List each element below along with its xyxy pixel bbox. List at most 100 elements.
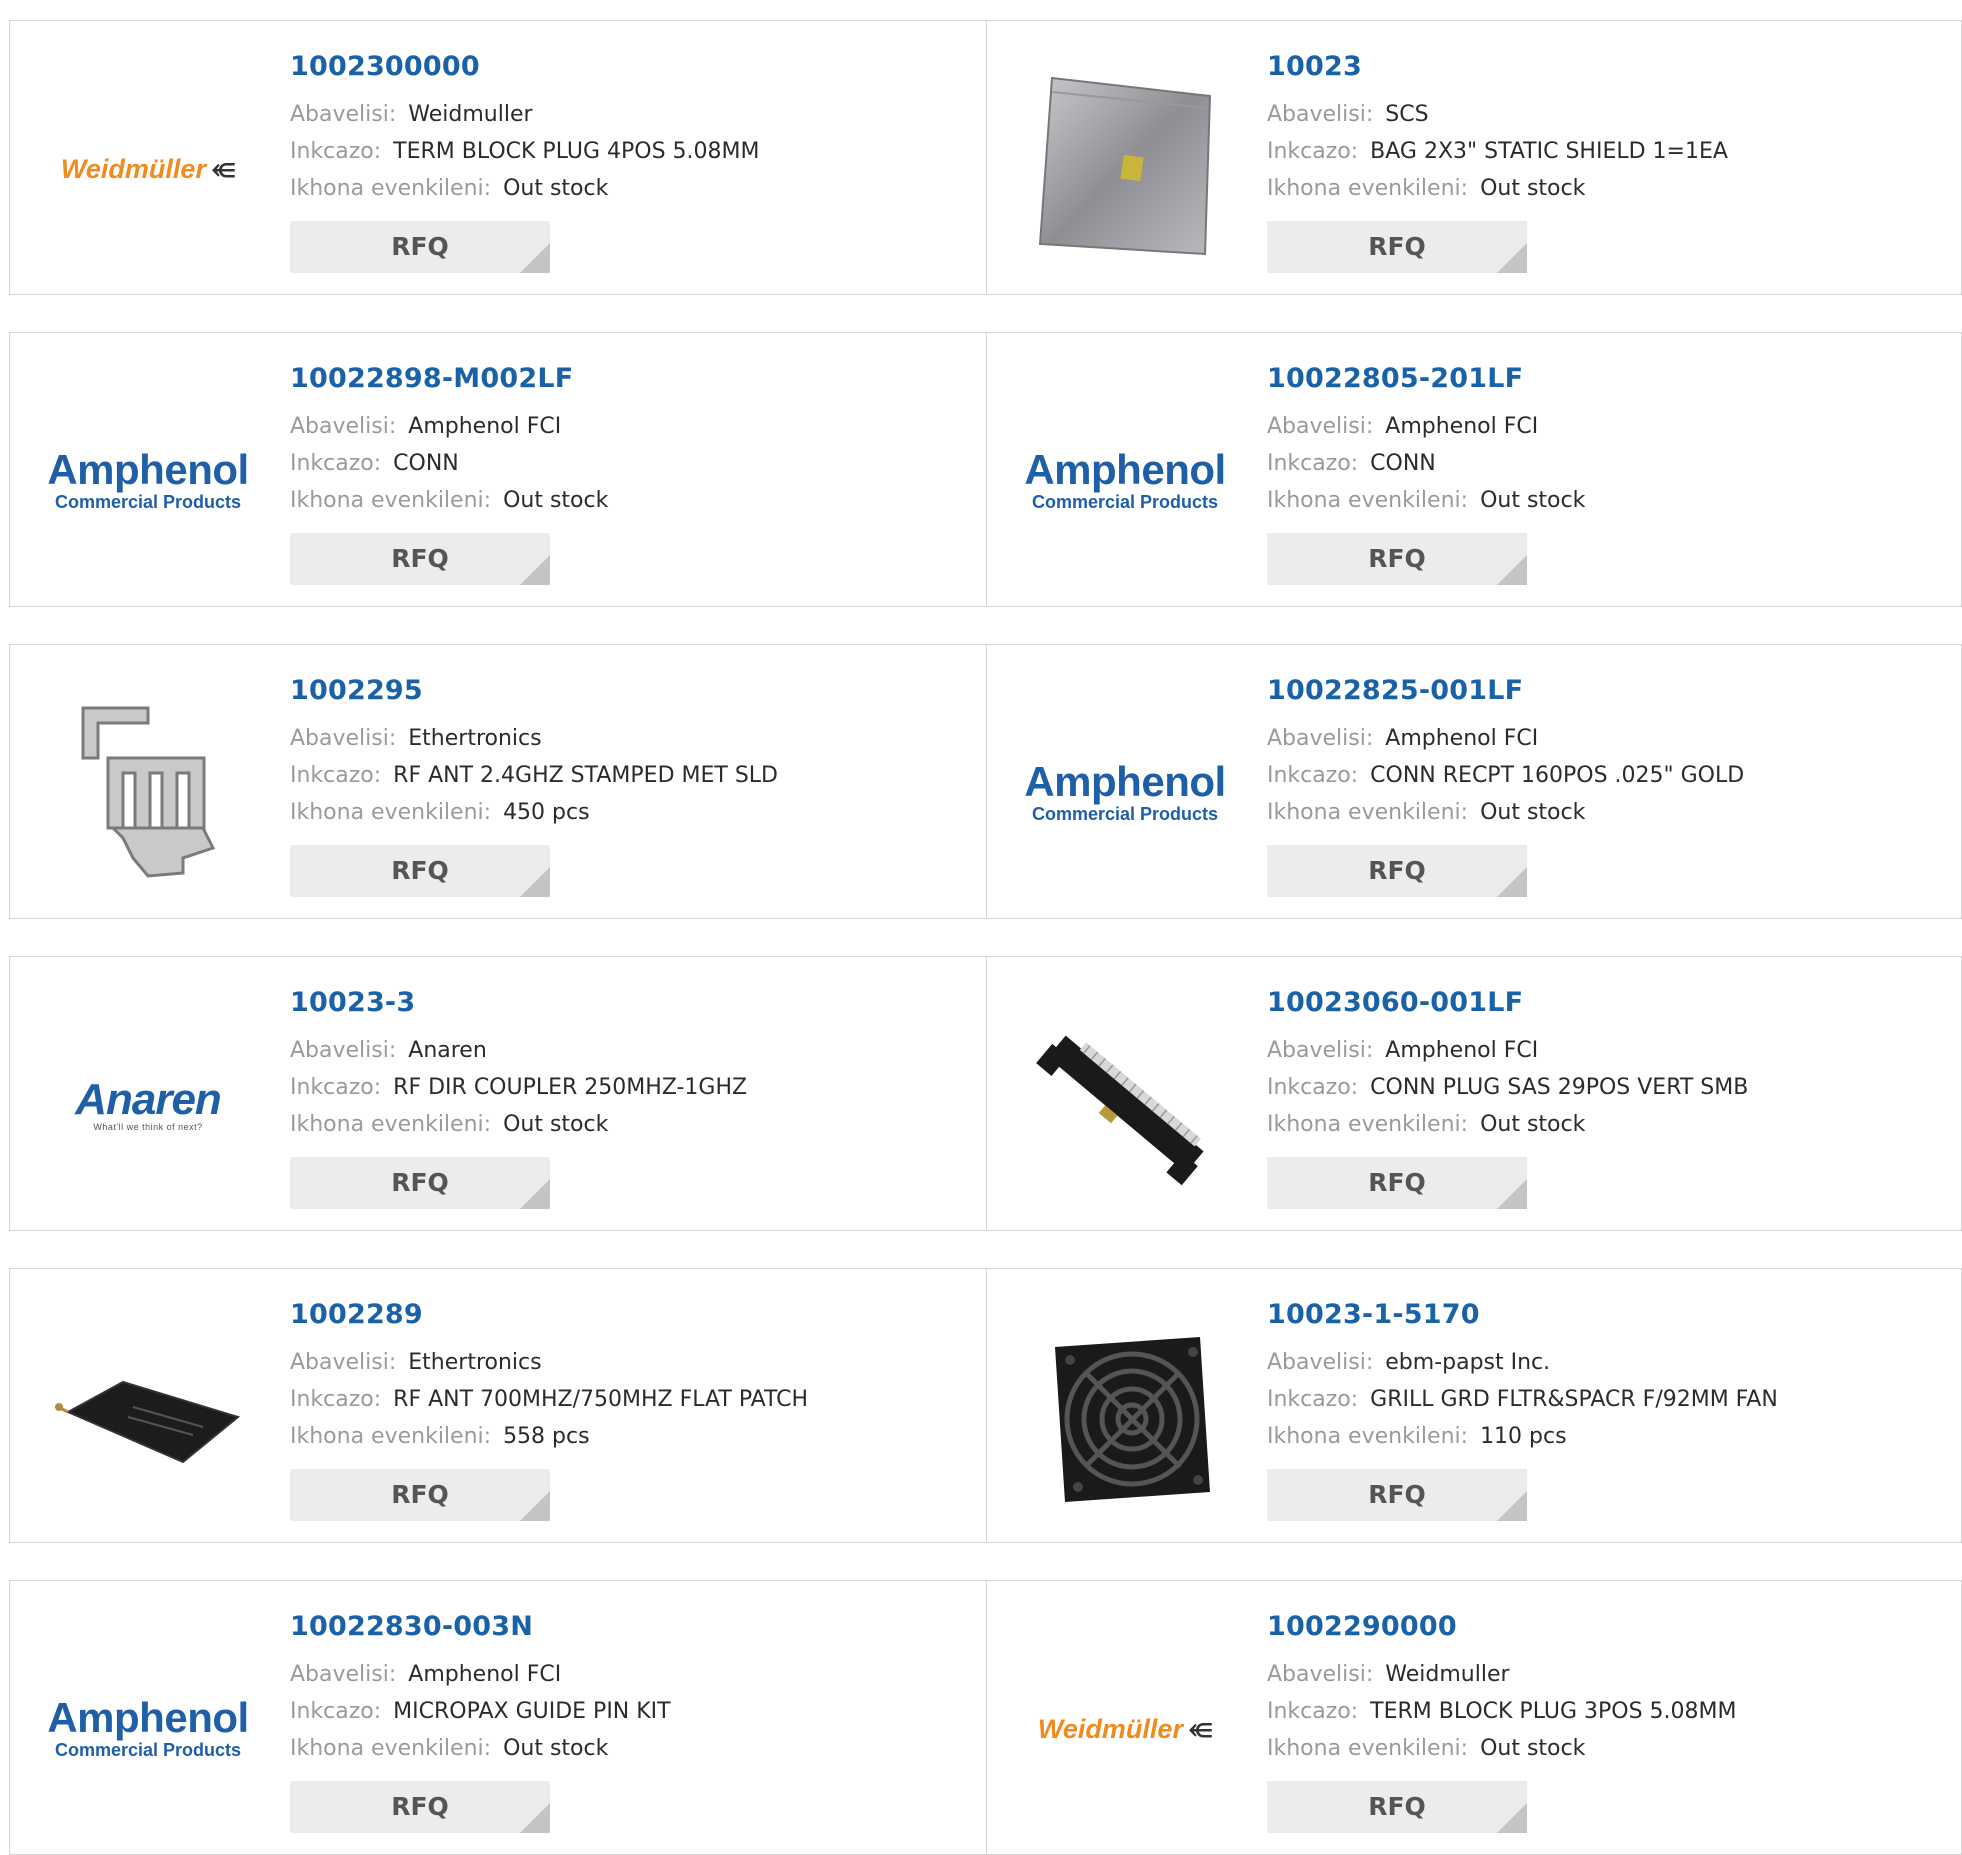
manufacturer-value: Ethertronics <box>408 1350 542 1375</box>
amphenol-logo[interactable]: Amphenol Commercial Products <box>1024 381 1226 581</box>
description-label: Inkcazo: <box>1267 1387 1359 1412</box>
weidmuller-logo-text: Weidmüller <box>1037 1713 1183 1744</box>
stock-value: 558 pcs <box>503 1424 590 1449</box>
description-label: Inkcazo: <box>290 1387 382 1412</box>
rfq-button-label: RFQ <box>1368 544 1426 573</box>
amphenol-logo-main: Amphenol <box>47 1694 249 1741</box>
rfq-button-label: RFQ <box>1368 1792 1426 1821</box>
rfq-button-label: RFQ <box>1368 1480 1426 1509</box>
rfq-button-label: RFQ <box>391 232 449 261</box>
rfq-button[interactable]: RFQ <box>290 1781 550 1833</box>
rfq-button[interactable]: RFQ <box>290 533 550 585</box>
stock-label: Ikhona evenkileni: <box>290 1424 492 1449</box>
part-number-link[interactable]: 1002289 <box>290 1299 808 1330</box>
corner-triangle-icon <box>520 243 550 273</box>
part-number-link[interactable]: 10022898-M002LF <box>290 363 608 394</box>
fan-grill-photo[interactable] <box>1025 1317 1225 1517</box>
corner-triangle-icon <box>520 555 550 585</box>
weidmuller-logo[interactable]: Weidmüller ⥺ <box>48 69 248 269</box>
rfq-button-label: RFQ <box>391 1168 449 1197</box>
description-label: Inkcazo: <box>290 1075 382 1100</box>
anaren-logo[interactable]: Anaren What'll we think of next? <box>48 1005 248 1205</box>
sas-connector-image <box>1036 1035 1204 1186</box>
rfq-button[interactable]: RFQ <box>290 1157 550 1209</box>
manufacturer-value: Weidmuller <box>408 102 533 127</box>
weidmuller-logo[interactable]: Weidmüller ⥺ <box>1025 1629 1225 1829</box>
corner-triangle-icon <box>520 867 550 897</box>
amphenol-logo-main: Amphenol <box>1024 758 1226 805</box>
manufacturer-value: Weidmuller <box>1385 1662 1510 1687</box>
product-card: Amphenol Commercial Products 10022898-M00… <box>9 332 987 607</box>
stock-label: Ikhona evenkileni: <box>1267 1112 1469 1137</box>
corner-triangle-icon <box>1497 1803 1527 1833</box>
sas-connector-photo[interactable] <box>1025 1005 1225 1205</box>
manufacturer-value: Anaren <box>408 1038 487 1063</box>
part-number-link[interactable]: 10022830-003N <box>290 1611 671 1642</box>
product-card: 10023-1-5170 Abavelisi: ebm-papst Inc. In… <box>987 1268 1962 1543</box>
part-number-link[interactable]: 10022825-001LF <box>1267 675 1744 706</box>
rfq-button[interactable]: RFQ <box>1267 533 1527 585</box>
rfq-button-label: RFQ <box>1368 232 1426 261</box>
manufacturer-label: Abavelisi: <box>290 102 397 127</box>
description-value: CONN <box>393 451 459 476</box>
manufacturer-label: Abavelisi: <box>290 1038 397 1063</box>
stock-value: Out stock <box>503 176 609 201</box>
product-card: Weidmüller ⥺ 1002290000 Abavelisi: Weidmul… <box>987 1580 1962 1855</box>
manufacturer-label: Abavelisi: <box>290 414 397 439</box>
amphenol-logo[interactable]: Amphenol Commercial Products <box>47 381 249 581</box>
product-card: Weidmüller ⥺ 1002300000 Abavelisi: Weidmul… <box>9 20 987 295</box>
amphenol-logo[interactable]: Amphenol Commercial Products <box>1024 693 1226 893</box>
rfq-button-label: RFQ <box>391 856 449 885</box>
amphenol-logo[interactable]: Amphenol Commercial Products <box>47 1629 249 1829</box>
corner-triangle-icon <box>520 1803 550 1833</box>
manufacturer-label: Abavelisi: <box>1267 1038 1374 1063</box>
rfq-button[interactable]: RFQ <box>1267 1781 1527 1833</box>
rfq-button[interactable]: RFQ <box>1267 1469 1527 1521</box>
stock-label: Ikhona evenkileni: <box>1267 488 1469 513</box>
stock-label: Ikhona evenkileni: <box>1267 800 1469 825</box>
rfq-button[interactable]: RFQ <box>290 845 550 897</box>
flat-patch-antenna-photo[interactable] <box>48 1317 248 1517</box>
stamped-antenna-image <box>81 706 216 878</box>
description-label: Inkcazo: <box>1267 451 1359 476</box>
amphenol-logo-main: Amphenol <box>47 446 249 493</box>
product-card: Amphenol Commercial Products 10022825-001… <box>987 644 1962 919</box>
rfq-button[interactable]: RFQ <box>290 221 550 273</box>
product-card: Anaren What'll we think of next? 10023-3 … <box>9 956 987 1231</box>
part-number-link[interactable]: 1002295 <box>290 675 778 706</box>
part-number-link[interactable]: 10023-3 <box>290 987 747 1018</box>
fan-grill-image <box>1055 1337 1210 1502</box>
rfq-button[interactable]: RFQ <box>290 1469 550 1521</box>
rfq-button-label: RFQ <box>391 544 449 573</box>
part-number-link[interactable]: 10023-1-5170 <box>1267 1299 1778 1330</box>
corner-triangle-icon <box>1497 867 1527 897</box>
product-card: 10023060-001LF Abavelisi: Amphenol FCI In… <box>987 956 1962 1231</box>
description-label: Inkcazo: <box>1267 139 1359 164</box>
rfq-button[interactable]: RFQ <box>1267 845 1527 897</box>
manufacturer-label: Abavelisi: <box>1267 726 1374 751</box>
part-number-link[interactable]: 10023 <box>1267 51 1728 82</box>
description-value: MICROPAX GUIDE PIN KIT <box>393 1699 671 1724</box>
description-value: CONN <box>1370 451 1436 476</box>
rfq-button-label: RFQ <box>1368 856 1426 885</box>
rfq-button[interactable]: RFQ <box>1267 1157 1527 1209</box>
amphenol-logo-sub: Commercial Products <box>54 1740 242 1760</box>
rfq-button[interactable]: RFQ <box>1267 221 1527 273</box>
stamped-antenna-photo[interactable] <box>48 693 248 893</box>
weidmuller-symbol-icon: ⥺ <box>1188 1712 1213 1744</box>
stock-label: Ikhona evenkileni: <box>1267 1424 1469 1449</box>
part-number-link[interactable]: 10023060-001LF <box>1267 987 1748 1018</box>
stock-label: Ikhona evenkileni: <box>290 1736 492 1761</box>
part-number-link[interactable]: 10022805-201LF <box>1267 363 1585 394</box>
description-label: Inkcazo: <box>290 763 382 788</box>
part-number-link[interactable]: 1002290000 <box>1267 1611 1737 1642</box>
corner-triangle-icon <box>1497 1179 1527 1209</box>
static-bag-photo[interactable] <box>1025 69 1225 269</box>
part-number-link[interactable]: 1002300000 <box>290 51 760 82</box>
description-label: Inkcazo: <box>290 451 382 476</box>
manufacturer-value: Amphenol FCI <box>408 414 562 439</box>
description-label: Inkcazo: <box>1267 1075 1359 1100</box>
corner-triangle-icon <box>1497 555 1527 585</box>
stock-value: Out stock <box>1480 176 1586 201</box>
weidmuller-symbol-icon: ⥺ <box>211 152 236 184</box>
